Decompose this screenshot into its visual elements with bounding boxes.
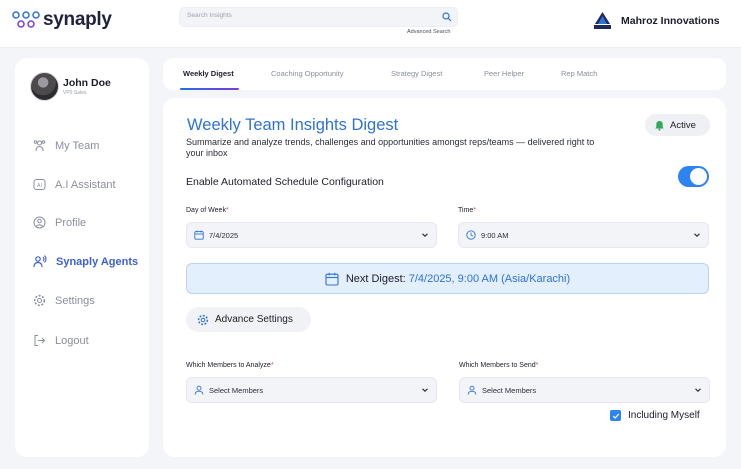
next-digest-banner: Next Digest: 7/4/2025, 9:00 AM (Asia/Kar… — [186, 263, 709, 294]
chevron-down-icon — [422, 233, 428, 237]
brand-name: synaply — [43, 9, 112, 30]
next-digest-prefix: Next Digest: — [345, 272, 406, 285]
profile-icon — [33, 216, 46, 229]
time-value: 9:00 AM — [481, 230, 509, 240]
tab-strategy-digest[interactable]: Strategy Digest — [391, 69, 442, 78]
day-of-week-label: Day of Week* — [186, 207, 229, 214]
tab-peer-helper[interactable]: Peer Helper — [484, 69, 524, 78]
include-myself-option[interactable]: Including Myself — [610, 410, 700, 421]
ai-icon: AI — [33, 179, 46, 190]
status-text: Active — [670, 119, 696, 131]
schedule-toggle[interactable] — [678, 166, 709, 187]
sidebar-item-label: My Team — [55, 139, 100, 152]
advance-settings-button[interactable]: Advance Settings — [186, 307, 311, 332]
user-role: VP0 Sales — [63, 90, 87, 96]
day-of-week-select[interactable]: 7/4/2025 — [186, 222, 437, 248]
sidebar-item-label: Synaply Agents — [56, 255, 139, 268]
clock-icon — [466, 230, 476, 240]
synaply-logo-icon — [12, 11, 40, 28]
send-members-placeholder: Select Members — [482, 385, 537, 395]
calendar-icon — [194, 230, 204, 240]
agents-icon — [33, 255, 47, 268]
advanced-search-link[interactable]: Advanced Search — [407, 29, 450, 35]
schedule-toggle-label: Enable Automated Schedule Configuration — [186, 176, 384, 188]
analyze-members-select[interactable]: Select Members — [186, 377, 437, 403]
include-myself-checkbox[interactable] — [610, 410, 621, 421]
logout-icon — [34, 335, 46, 346]
chevron-down-icon — [422, 388, 428, 392]
sidebar-item-my-team[interactable]: My Team — [33, 139, 99, 152]
avatar — [30, 72, 59, 101]
day-of-week-value: 7/4/2025 — [209, 230, 239, 240]
team-icon — [33, 140, 46, 152]
search-input[interactable]: Search Insights — [179, 7, 458, 27]
sidebar-item-logout[interactable]: Logout — [33, 334, 89, 347]
user-name: John Doe — [63, 77, 111, 89]
send-members-select[interactable]: Select Members — [459, 377, 710, 403]
sidebar-item-profile[interactable]: Profile — [33, 216, 86, 229]
sidebar: John Doe VP0 Sales My Team AI A.I Assist… — [15, 58, 149, 457]
search-icon[interactable] — [442, 12, 452, 22]
calendar-icon — [325, 272, 339, 286]
toggle-knob — [690, 168, 707, 185]
checkmark-icon — [612, 413, 619, 419]
tab-weekly-digest[interactable]: Weekly Digest — [183, 69, 234, 78]
chevron-down-icon — [695, 388, 701, 392]
chevron-down-icon — [694, 233, 700, 237]
sidebar-item-label: Profile — [55, 216, 87, 229]
active-tab-indicator — [180, 88, 239, 90]
sidebar-item-ai-assistant[interactable]: AI A.I Assistant — [33, 178, 116, 191]
next-digest-value: 7/4/2025, 9:00 AM (Asia/Karachi) — [408, 272, 571, 285]
user-icon — [467, 385, 477, 395]
sidebar-item-synaply-agents[interactable]: Synaply Agents — [33, 255, 138, 268]
bell-icon — [655, 120, 664, 131]
company-badge[interactable]: Mahroz Innovations — [592, 11, 720, 31]
time-label: Time* — [458, 207, 477, 214]
analyze-members-placeholder: Select Members — [209, 385, 264, 395]
top-bar: synaply Search Insights Advanced Search … — [0, 0, 741, 48]
sidebar-item-label: A.I Assistant — [55, 178, 116, 191]
page-description: Summarize and analyze trends, challenges… — [186, 137, 595, 158]
tab-coaching-opportunity[interactable]: Coaching Opportunity — [271, 69, 344, 78]
sidebar-item-label: Logout — [55, 334, 89, 347]
svg-text:AI: AI — [37, 183, 42, 189]
send-members-label: Which Members to Send* — [459, 362, 539, 369]
gear-icon — [197, 314, 209, 325]
search-placeholder: Search Insights — [187, 12, 232, 19]
analyze-members-label: Which Members to Analyze* — [186, 362, 274, 369]
sidebar-item-settings[interactable]: Settings — [33, 294, 95, 307]
include-myself-label: Including Myself — [628, 410, 700, 421]
tab-rep-match[interactable]: Rep Match — [561, 69, 597, 78]
user-icon — [194, 385, 204, 395]
brand-logo[interactable]: synaply — [12, 9, 112, 31]
time-select[interactable]: 9:00 AM — [458, 222, 709, 248]
advance-settings-label: Advance Settings — [215, 314, 293, 325]
sidebar-item-label: Settings — [55, 294, 95, 307]
user-profile[interactable]: John Doe VP0 Sales — [30, 72, 111, 101]
company-logo-icon — [594, 12, 611, 29]
gear-icon — [33, 294, 46, 307]
page-title: Weekly Team Insights Digest — [187, 116, 399, 134]
company-name: Mahroz Innovations — [621, 15, 720, 27]
tab-bar: Weekly Digest Coaching Opportunity Strat… — [163, 58, 726, 90]
status-badge: Active — [645, 114, 710, 136]
